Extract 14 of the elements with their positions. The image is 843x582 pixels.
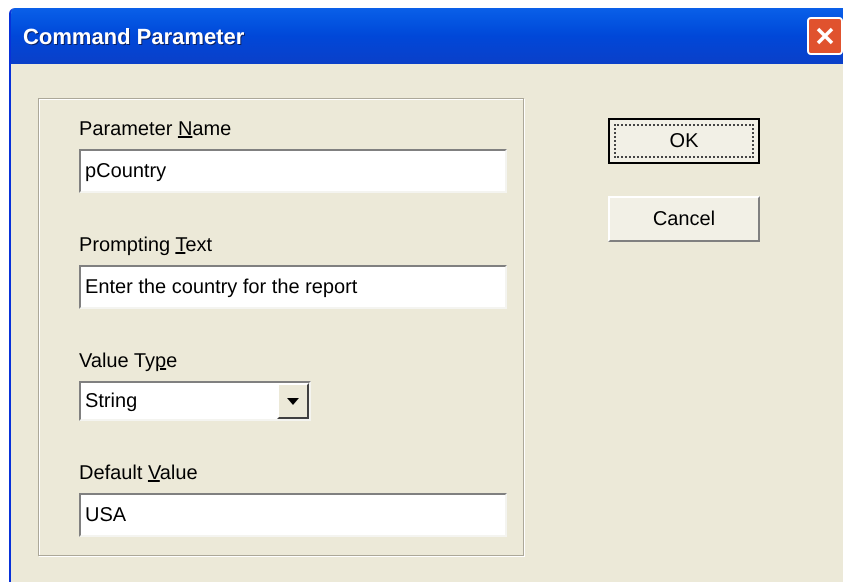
field-label: Default Value — [79, 463, 198, 483]
field-label: Parameter Name — [79, 119, 232, 139]
dropdown-value: String — [84, 389, 138, 414]
close-icon — [815, 26, 835, 46]
dropdown[interactable]: String — [79, 381, 311, 421]
dialog-button[interactable]: OK — [608, 118, 760, 164]
text-field[interactable]: USA — [79, 493, 507, 537]
dialog-button[interactable]: Cancel — [608, 196, 760, 242]
close-button[interactable] — [807, 17, 843, 55]
text-field[interactable]: pCountry — [79, 149, 507, 193]
text-field[interactable]: Enter the country for the report — [79, 265, 507, 309]
window-title: Command Parameter — [23, 22, 244, 50]
field-label: Value Type — [79, 351, 178, 371]
field-label: Prompting Text — [79, 235, 212, 255]
